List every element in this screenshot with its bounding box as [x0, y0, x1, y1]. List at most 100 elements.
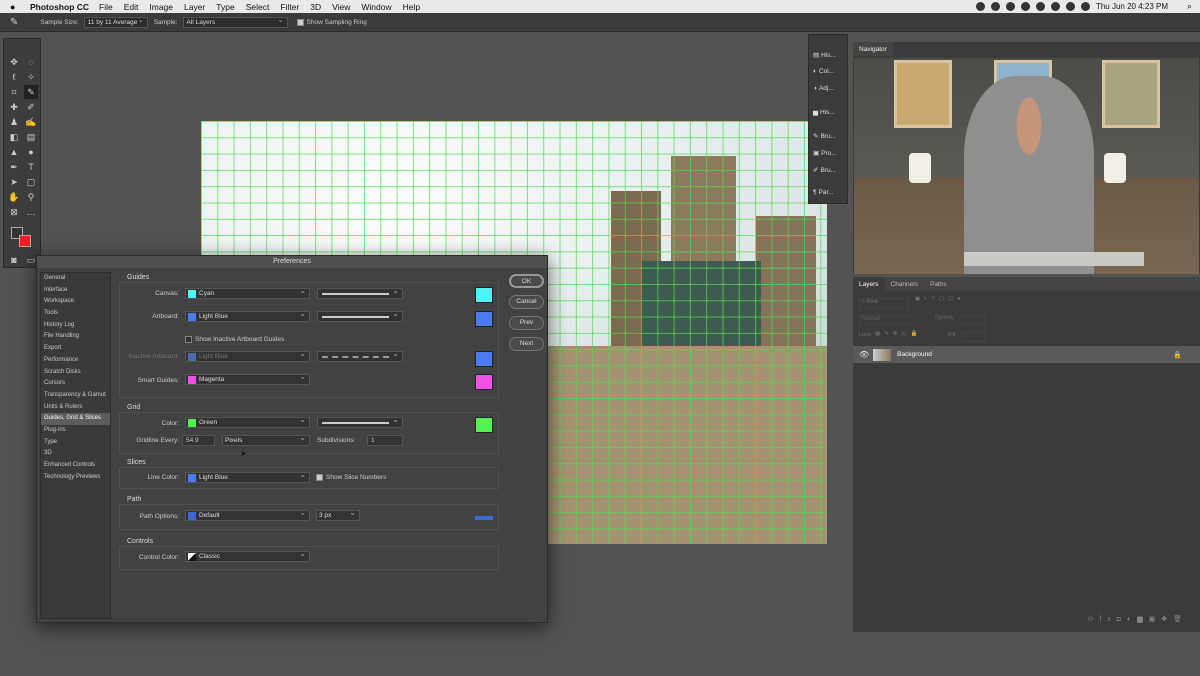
- grid-color-swatch[interactable]: [475, 417, 493, 433]
- volume-icon[interactable]: [1050, 2, 1060, 11]
- category-item[interactable]: History Log: [41, 320, 110, 332]
- stamp-tool-icon[interactable]: ♟: [7, 115, 21, 129]
- hand-tool-icon[interactable]: ✋: [7, 190, 21, 204]
- category-item[interactable]: Transparency & Gamut: [41, 390, 110, 402]
- subdivisions-input[interactable]: 1: [367, 435, 403, 446]
- canvas-style-select[interactable]: [317, 286, 403, 299]
- prev-button[interactable]: Prev: [509, 316, 544, 330]
- adjustments-panel-button[interactable]: ◑ Adj...: [813, 85, 834, 92]
- paragraph-panel-button[interactable]: ¶ Par...: [813, 189, 834, 196]
- tab-navigator[interactable]: Navigator: [853, 42, 893, 56]
- move-tool-icon[interactable]: ✥: [7, 55, 21, 69]
- control-color-select[interactable]: Classic: [185, 549, 310, 562]
- ok-button[interactable]: OK: [509, 274, 544, 288]
- grid-unit-select[interactable]: Pixels: [222, 433, 310, 446]
- opacity-field[interactable]: [961, 315, 985, 325]
- more-tools-icon[interactable]: …: [24, 205, 38, 219]
- category-item[interactable]: Interface: [41, 285, 110, 297]
- slice-color-select[interactable]: Light Blue: [185, 470, 310, 483]
- shape-tool-icon[interactable]: ▢: [24, 175, 38, 189]
- brush-tool-icon[interactable]: ✐: [24, 100, 38, 114]
- next-button[interactable]: Next: [509, 337, 544, 351]
- inactive-artboard-select[interactable]: Light Blue: [185, 349, 310, 362]
- cloud-icon[interactable]: [975, 2, 985, 11]
- category-item[interactable]: Type: [41, 437, 110, 449]
- history-brush-icon[interactable]: ✍: [24, 115, 38, 129]
- menu-type[interactable]: Type: [216, 2, 234, 12]
- category-item-selected[interactable]: Guides, Grid & Slices: [41, 413, 110, 425]
- apple-icon[interactable]: ●: [10, 2, 22, 12]
- sample-select[interactable]: All Layers: [182, 16, 288, 28]
- category-item[interactable]: Enhanced Controls: [41, 460, 110, 472]
- menu-filter[interactable]: Filter: [280, 2, 299, 12]
- fill-field[interactable]: [961, 332, 985, 342]
- cancel-button[interactable]: Cancel: [509, 295, 544, 309]
- category-item[interactable]: Units & Rulers: [41, 402, 110, 414]
- menu-view[interactable]: View: [332, 2, 350, 12]
- menu-edit[interactable]: Edit: [124, 2, 139, 12]
- tab-layers[interactable]: Layers: [853, 277, 885, 291]
- gradient-tool-icon[interactable]: ▤: [24, 130, 38, 144]
- type-tool-icon[interactable]: T: [24, 160, 38, 174]
- tab-channels[interactable]: Channels: [885, 277, 924, 291]
- menu-window[interactable]: Window: [361, 2, 391, 12]
- eyedropper-tool-icon[interactable]: ✎: [24, 85, 38, 99]
- brush-presets-panel-button[interactable]: ✐ Bru...: [813, 166, 836, 175]
- path-selection-icon[interactable]: ➤: [7, 175, 21, 189]
- airplay-icon[interactable]: [1035, 2, 1045, 11]
- category-item[interactable]: Scratch Disks: [41, 367, 110, 379]
- marquee-tool-icon[interactable]: ◌: [24, 55, 38, 69]
- chrome-icon[interactable]: [1020, 2, 1030, 11]
- category-item[interactable]: Performance: [41, 355, 110, 367]
- category-item[interactable]: Cursors: [41, 378, 110, 390]
- show-inactive-checkbox[interactable]: [185, 336, 192, 343]
- show-slice-numbers-checkbox[interactable]: [316, 474, 323, 481]
- properties-panel-button[interactable]: ▣ Pro...: [813, 149, 837, 158]
- zoom-tool-icon[interactable]: ⚲: [24, 190, 38, 204]
- eye-icon[interactable]: 👁: [859, 350, 869, 359]
- category-item[interactable]: Technology Previews: [41, 472, 110, 484]
- show-inactive-row[interactable]: Show Inactive Artboard Guides: [185, 336, 284, 343]
- eraser-tool-icon[interactable]: ◧: [7, 130, 21, 144]
- crop-tool-icon[interactable]: ⌗: [7, 85, 21, 99]
- path-width-select[interactable]: 3 px: [316, 508, 360, 521]
- screen-icon[interactable]: [1005, 2, 1015, 11]
- sample-size-select[interactable]: 11 by 11 Average: [83, 16, 148, 28]
- clock[interactable]: Thu Jun 20 4:23 PM: [1096, 2, 1168, 11]
- show-slice-numbers-row[interactable]: Show Slice Numbers: [316, 474, 386, 481]
- menu-file[interactable]: File: [99, 2, 113, 12]
- artboard-color-select[interactable]: Light Blue: [185, 309, 310, 322]
- blur-tool-icon[interactable]: ▲: [7, 145, 21, 159]
- background-color[interactable]: [19, 235, 31, 247]
- wifi-icon[interactable]: [1065, 2, 1075, 11]
- history-panel-button[interactable]: ▤ His...: [813, 51, 836, 60]
- category-item[interactable]: 3D: [41, 448, 110, 460]
- lock-icons[interactable]: ▦✎✥◰🔒: [875, 331, 921, 337]
- gridline-input[interactable]: 54.9: [182, 435, 215, 446]
- path-options-select[interactable]: Default: [185, 508, 310, 521]
- grid-color-select[interactable]: Green: [185, 415, 310, 428]
- search-icon[interactable]: ⌕: [1187, 1, 1192, 12]
- magic-wand-icon[interactable]: ✧: [24, 70, 38, 84]
- canvas-color-select[interactable]: Cyan: [185, 286, 310, 299]
- histogram-panel-button[interactable]: ▅ His...: [813, 108, 835, 117]
- smart-guides-swatch[interactable]: [475, 374, 493, 390]
- menu-3d[interactable]: 3D: [310, 2, 321, 12]
- menu-select[interactable]: Select: [246, 2, 270, 12]
- inactive-color-swatch[interactable]: [475, 351, 493, 367]
- app-name[interactable]: Photoshop CC: [30, 2, 89, 12]
- filter-icons[interactable]: ▣◐T▢◫●: [915, 296, 965, 302]
- menu-image[interactable]: Image: [149, 2, 173, 12]
- healing-tool-icon[interactable]: ✚: [7, 100, 21, 114]
- lasso-tool-icon[interactable]: ℓ: [7, 70, 21, 84]
- record-icon[interactable]: [990, 2, 1000, 11]
- color-panel-button[interactable]: ◐ Col...: [813, 68, 834, 75]
- smart-guides-select[interactable]: Magenta: [185, 372, 310, 385]
- battery-icon[interactable]: [1080, 2, 1090, 11]
- menu-help[interactable]: Help: [403, 2, 420, 12]
- layers-footer-icons[interactable]: ⊙fx◘◐▆▣✚🗑: [853, 615, 1200, 627]
- artboard-icon[interactable]: ⊠: [7, 205, 21, 219]
- grid-style-select[interactable]: [317, 415, 403, 428]
- brush-panel-button[interactable]: ✎ Bru...: [813, 132, 836, 141]
- canvas-color-swatch[interactable]: [475, 287, 493, 303]
